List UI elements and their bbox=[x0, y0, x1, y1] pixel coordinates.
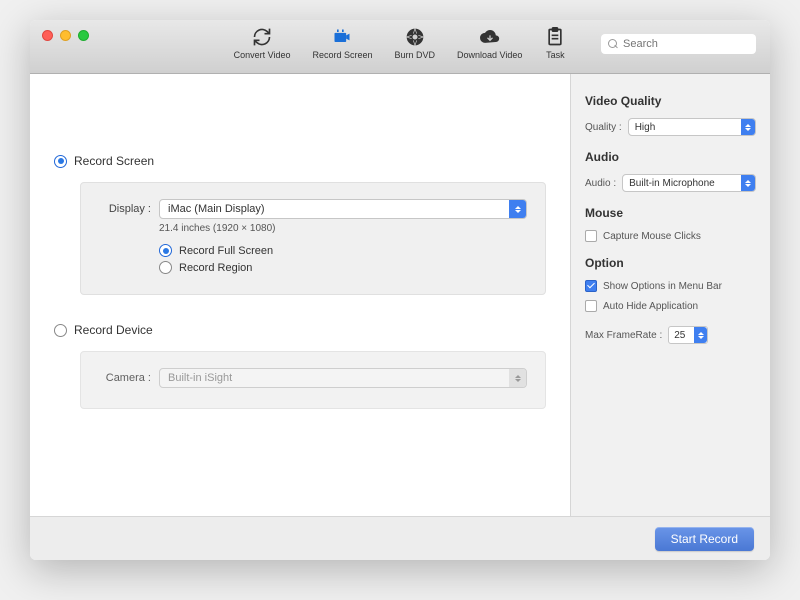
record-device-label: Record Device bbox=[74, 323, 153, 337]
mouse-heading: Mouse bbox=[585, 206, 756, 220]
radio-icon[interactable] bbox=[54, 155, 67, 168]
task-icon bbox=[544, 26, 566, 48]
footer: Start Record bbox=[30, 516, 770, 560]
display-label: Display : bbox=[99, 203, 151, 215]
record-device-section: Camera : Built-in iSight bbox=[80, 351, 546, 409]
start-record-button[interactable]: Start Record bbox=[655, 527, 754, 551]
search-icon bbox=[601, 34, 756, 54]
record-screen-label: Record Screen bbox=[74, 154, 154, 168]
toolbar-label: Convert Video bbox=[234, 50, 291, 60]
toolbar-burn-dvd[interactable]: Burn DVD bbox=[395, 26, 436, 60]
toolbar-label: Download Video bbox=[457, 50, 522, 60]
toolbar-convert-video[interactable]: Convert Video bbox=[234, 26, 291, 60]
framerate-stepper[interactable]: 25 bbox=[668, 326, 708, 344]
quality-select[interactable]: High bbox=[628, 118, 756, 136]
audio-heading: Audio bbox=[585, 150, 756, 164]
display-select[interactable]: iMac (Main Display) bbox=[159, 199, 527, 219]
quality-value: High bbox=[635, 122, 656, 133]
display-info: 21.4 inches (1920 × 1080) bbox=[159, 223, 527, 234]
side-panel: Video Quality Quality : High Audio Audio… bbox=[570, 74, 770, 516]
auto-hide-label: Auto Hide Application bbox=[603, 301, 698, 312]
checkbox-icon[interactable] bbox=[585, 300, 597, 312]
chevron-updown-icon bbox=[741, 119, 755, 135]
audio-value: Built-in Microphone bbox=[629, 178, 715, 189]
option-heading: Option bbox=[585, 256, 756, 270]
app-window: Convert Video Record Screen Burn DVD Dow… bbox=[30, 20, 770, 560]
dvd-icon bbox=[404, 26, 426, 48]
display-value: iMac (Main Display) bbox=[168, 203, 265, 215]
framerate-field: Max FrameRate : 25 bbox=[585, 326, 756, 344]
menu-bar-row[interactable]: Show Options in Menu Bar bbox=[585, 280, 756, 292]
full-screen-label: Record Full Screen bbox=[179, 245, 273, 257]
close-icon[interactable] bbox=[42, 30, 53, 41]
chevron-updown-icon bbox=[509, 200, 526, 218]
camera-value: Built-in iSight bbox=[168, 372, 232, 384]
main-panel: Record Screen Display : iMac (Main Displ… bbox=[30, 74, 570, 516]
download-icon bbox=[479, 26, 501, 48]
auto-hide-row[interactable]: Auto Hide Application bbox=[585, 300, 756, 312]
toolbar-label: Burn DVD bbox=[395, 50, 436, 60]
record-device-radio-row[interactable]: Record Device bbox=[54, 323, 546, 337]
toolbar-label: Record Screen bbox=[312, 50, 372, 60]
menu-bar-label: Show Options in Menu Bar bbox=[603, 281, 722, 292]
traffic-lights bbox=[42, 30, 89, 41]
quality-label: Quality : bbox=[585, 122, 622, 133]
record-screen-section: Display : iMac (Main Display) 21.4 inche… bbox=[80, 182, 546, 295]
record-screen-radio-row[interactable]: Record Screen bbox=[54, 154, 546, 168]
maximize-icon[interactable] bbox=[78, 30, 89, 41]
capture-mouse-label: Capture Mouse Clicks bbox=[603, 231, 701, 242]
audio-label: Audio : bbox=[585, 178, 616, 189]
camera-select[interactable]: Built-in iSight bbox=[159, 368, 527, 388]
record-full-screen-radio[interactable]: Record Full Screen bbox=[159, 244, 527, 257]
titlebar: Convert Video Record Screen Burn DVD Dow… bbox=[30, 20, 770, 74]
chevron-updown-icon bbox=[694, 327, 707, 343]
checkbox-icon[interactable] bbox=[585, 230, 597, 242]
display-field: Display : iMac (Main Display) bbox=[99, 199, 527, 219]
camera-field: Camera : Built-in iSight bbox=[99, 368, 527, 388]
toolbar-task[interactable]: Task bbox=[544, 26, 566, 60]
record-mode-group: Record Full Screen Record Region bbox=[159, 244, 527, 274]
region-label: Record Region bbox=[179, 262, 252, 274]
toolbar-download-video[interactable]: Download Video bbox=[457, 26, 522, 60]
capture-mouse-row[interactable]: Capture Mouse Clicks bbox=[585, 230, 756, 242]
quality-field: Quality : High bbox=[585, 118, 756, 136]
toolbar: Convert Video Record Screen Burn DVD Dow… bbox=[234, 20, 567, 60]
video-quality-heading: Video Quality bbox=[585, 94, 756, 108]
record-region-radio[interactable]: Record Region bbox=[159, 261, 527, 274]
framerate-label: Max FrameRate : bbox=[585, 330, 662, 341]
chevron-updown-icon bbox=[509, 369, 526, 387]
convert-icon bbox=[251, 26, 273, 48]
checkbox-icon[interactable] bbox=[585, 280, 597, 292]
body: Record Screen Display : iMac (Main Displ… bbox=[30, 74, 770, 516]
minimize-icon[interactable] bbox=[60, 30, 71, 41]
audio-select[interactable]: Built-in Microphone bbox=[622, 174, 756, 192]
radio-icon[interactable] bbox=[159, 261, 172, 274]
record-icon bbox=[331, 26, 353, 48]
radio-icon[interactable] bbox=[159, 244, 172, 257]
toolbar-label: Task bbox=[546, 50, 565, 60]
search-input[interactable] bbox=[601, 34, 756, 54]
chevron-updown-icon bbox=[741, 175, 755, 191]
toolbar-record-screen[interactable]: Record Screen bbox=[312, 26, 372, 60]
framerate-value: 25 bbox=[674, 330, 685, 341]
camera-label: Camera : bbox=[99, 372, 151, 384]
radio-icon[interactable] bbox=[54, 324, 67, 337]
audio-field: Audio : Built-in Microphone bbox=[585, 174, 756, 192]
